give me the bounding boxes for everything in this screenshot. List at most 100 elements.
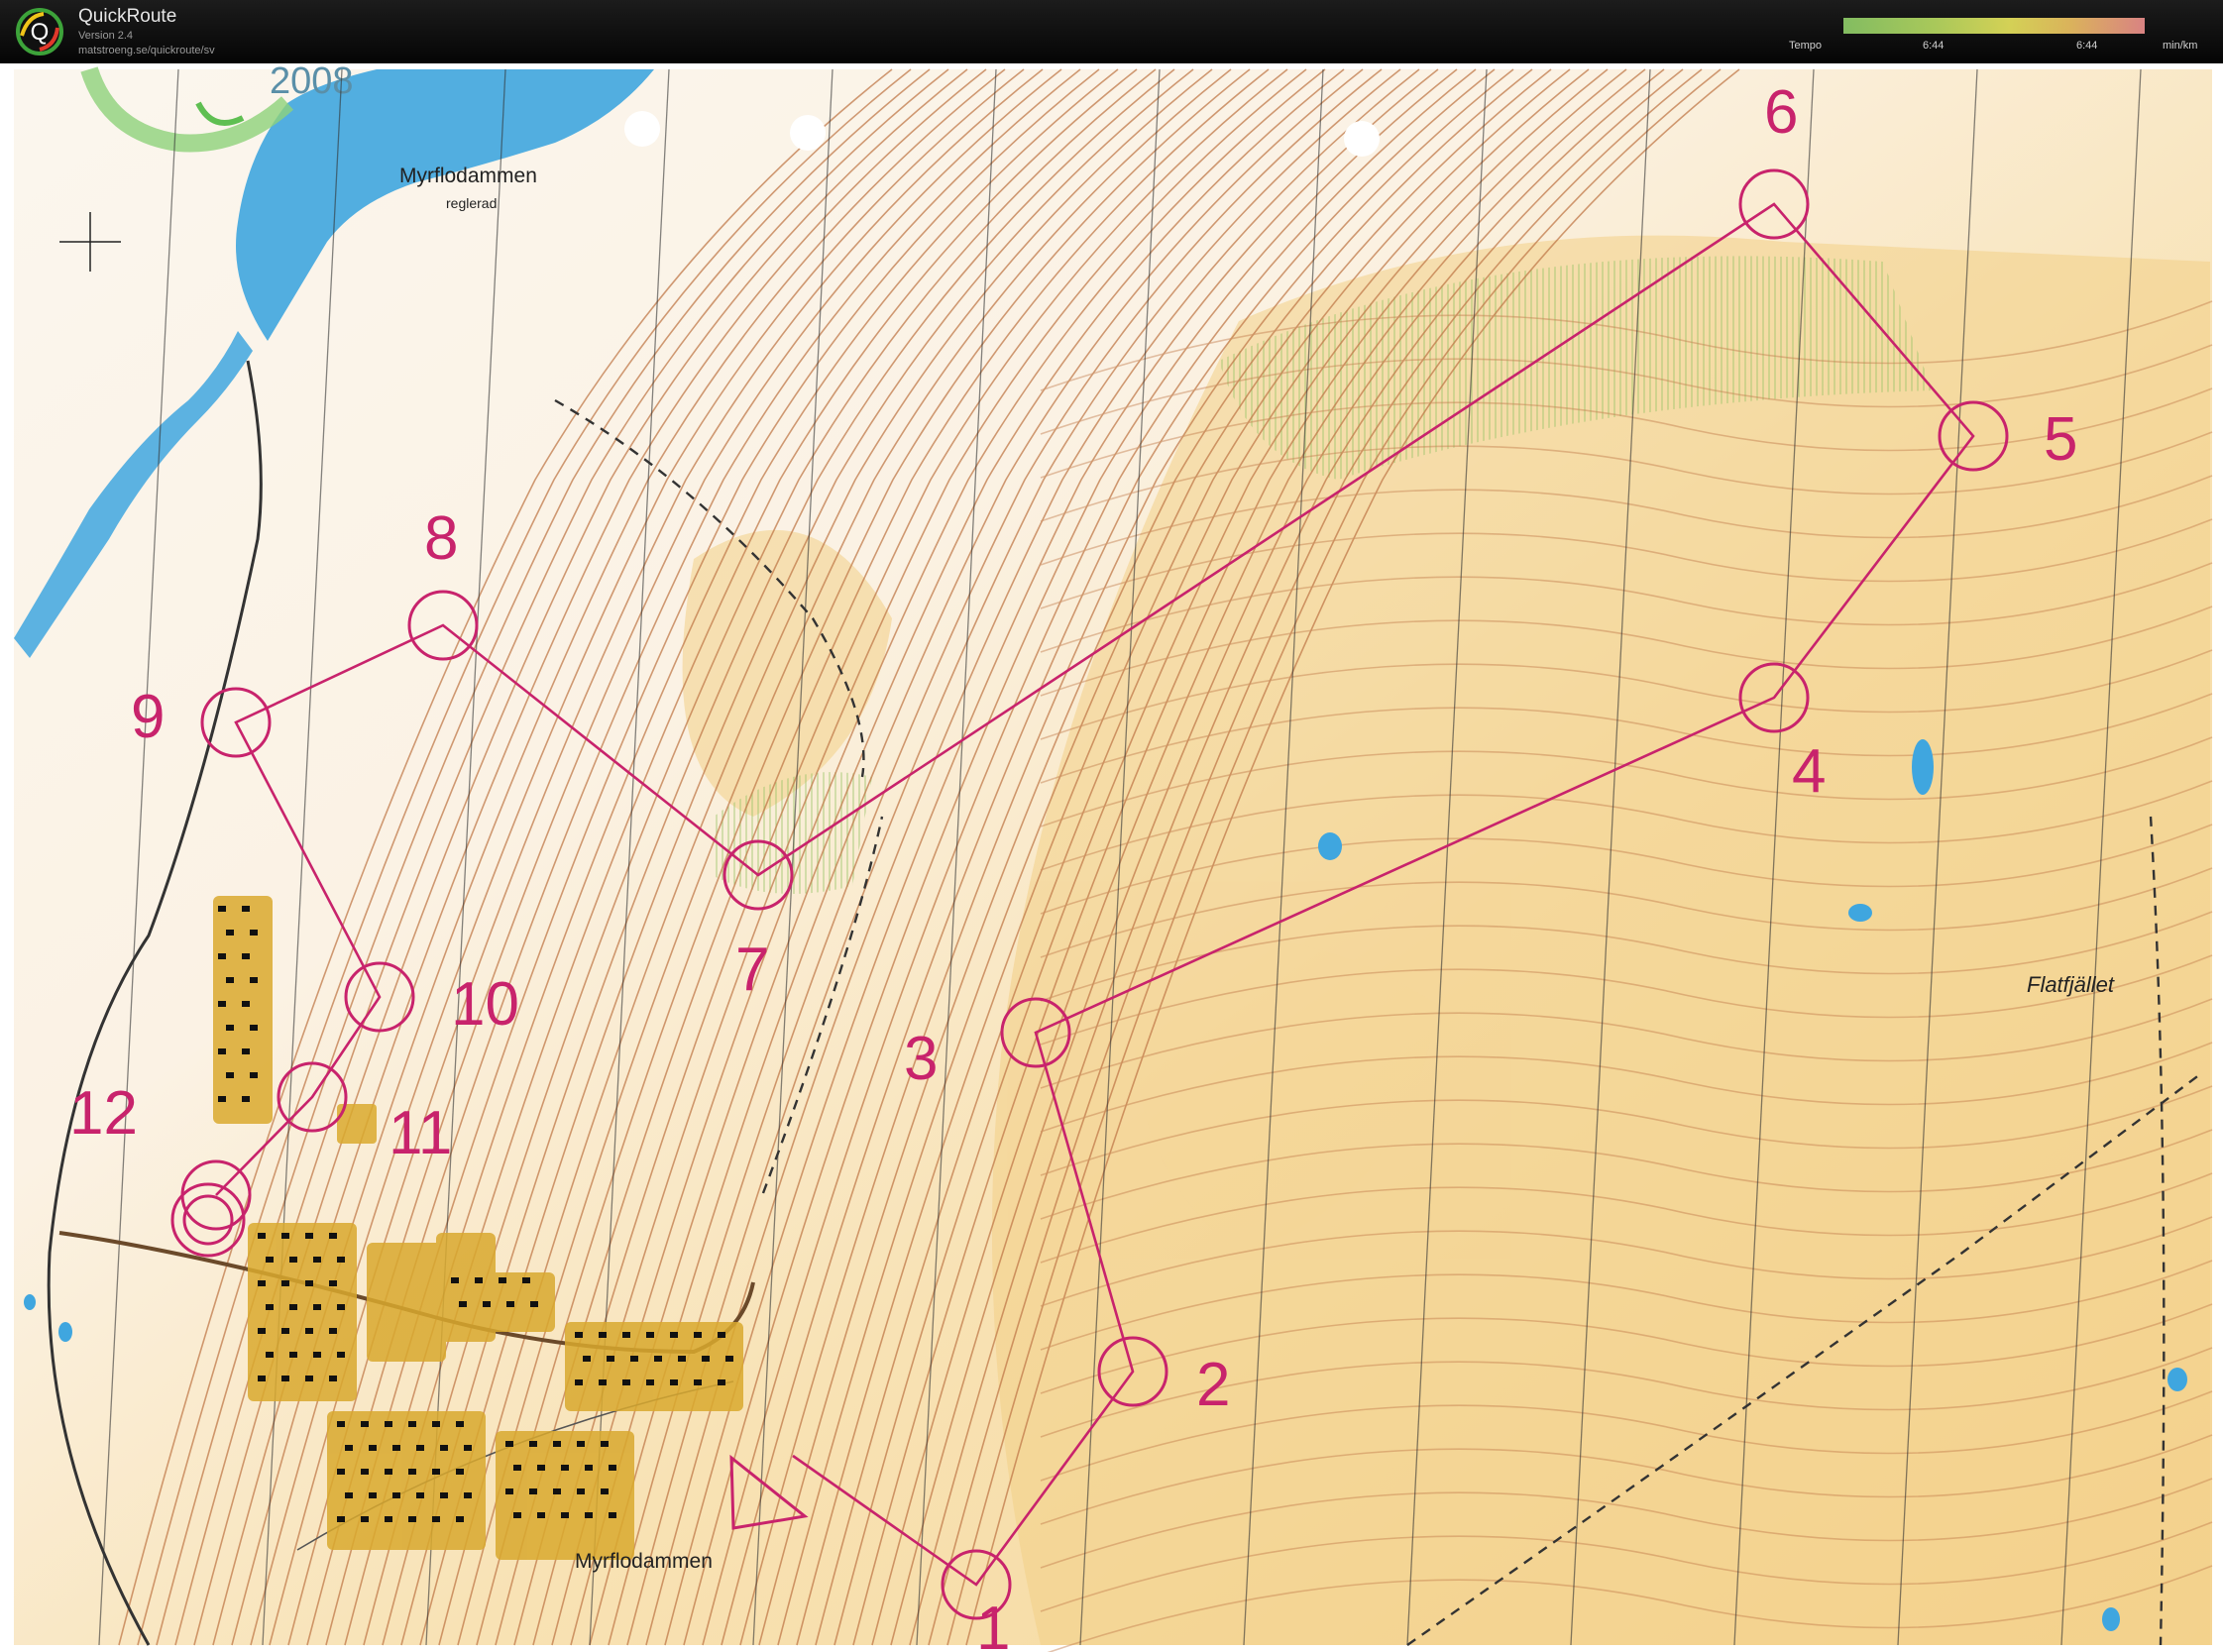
house: [361, 1469, 369, 1475]
house: [609, 1465, 616, 1471]
control-number-10: 10: [451, 970, 519, 1039]
map-canvas[interactable]: 2008 Myrflodammen reglerad Myrflodammen …: [0, 63, 2223, 1652]
house: [432, 1469, 440, 1475]
house: [694, 1332, 702, 1338]
house: [305, 1280, 313, 1286]
house: [505, 1488, 513, 1494]
app-version: Version 2.4: [78, 30, 134, 42]
tempo-tick-1: 6:44: [1923, 40, 1945, 52]
house: [329, 1233, 337, 1239]
house: [337, 1257, 345, 1263]
house: [599, 1332, 607, 1338]
control-number-1: 1: [976, 1595, 1010, 1652]
house: [654, 1356, 662, 1362]
house: [289, 1352, 297, 1358]
house: [585, 1465, 593, 1471]
house: [392, 1445, 400, 1451]
house: [678, 1356, 686, 1362]
house: [583, 1356, 591, 1362]
house: [385, 1469, 392, 1475]
control-number-4: 4: [1792, 737, 1826, 806]
house: [258, 1280, 266, 1286]
house: [242, 1048, 250, 1054]
control-number-3: 3: [904, 1025, 938, 1093]
control-number-5: 5: [2044, 405, 2077, 474]
house: [464, 1445, 472, 1451]
house: [242, 906, 250, 912]
house: [432, 1516, 440, 1522]
house: [289, 1257, 297, 1263]
house: [694, 1379, 702, 1385]
house: [622, 1332, 630, 1338]
house: [577, 1488, 585, 1494]
house: [416, 1445, 424, 1451]
house: [289, 1304, 297, 1310]
house: [513, 1465, 521, 1471]
control-number-6: 6: [1764, 78, 1798, 147]
house: [456, 1469, 464, 1475]
house: [529, 1488, 537, 1494]
house: [226, 977, 234, 983]
house: [537, 1512, 545, 1518]
house: [369, 1445, 377, 1451]
house: [459, 1301, 467, 1307]
title-bar: Q QuickRoute Version 2.4 matstroeng.se/q…: [0, 0, 2223, 63]
house: [537, 1465, 545, 1471]
house: [242, 1096, 250, 1102]
logo-letter: Q: [31, 19, 50, 46]
house: [622, 1379, 630, 1385]
house: [601, 1488, 609, 1494]
house: [250, 1025, 258, 1031]
house: [218, 1048, 226, 1054]
house: [305, 1328, 313, 1334]
house: [718, 1332, 725, 1338]
house: [313, 1352, 321, 1358]
house: [529, 1441, 537, 1447]
house: [313, 1304, 321, 1310]
house: [475, 1277, 483, 1283]
app-name: QuickRoute: [78, 6, 177, 27]
house: [630, 1356, 638, 1362]
house: [440, 1445, 448, 1451]
house: [329, 1280, 337, 1286]
house: [345, 1492, 353, 1498]
house: [432, 1421, 440, 1427]
house: [670, 1379, 678, 1385]
house: [609, 1512, 616, 1518]
house: [553, 1441, 561, 1447]
lake-label-top: Myrflodammen: [399, 165, 537, 187]
house: [385, 1516, 392, 1522]
house: [337, 1304, 345, 1310]
house: [505, 1441, 513, 1447]
house: [250, 930, 258, 936]
orienteering-map[interactable]: 2008 Myrflodammen reglerad Myrflodammen …: [0, 63, 2223, 1652]
tempo-unit: min/km: [2163, 40, 2198, 52]
house: [337, 1352, 345, 1358]
house: [305, 1376, 313, 1381]
house: [305, 1233, 313, 1239]
house: [506, 1301, 514, 1307]
house: [329, 1376, 337, 1381]
house: [218, 906, 226, 912]
house: [266, 1352, 274, 1358]
house: [646, 1379, 654, 1385]
house: [464, 1492, 472, 1498]
house: [599, 1379, 607, 1385]
app-url: matstroeng.se/quickroute/sv: [78, 45, 215, 56]
house: [313, 1257, 321, 1263]
house: [530, 1301, 538, 1307]
house: [218, 1001, 226, 1007]
house: [408, 1469, 416, 1475]
house: [522, 1277, 530, 1283]
control-number-7: 7: [735, 936, 769, 1004]
house: [250, 977, 258, 983]
house: [499, 1277, 506, 1283]
house: [561, 1512, 569, 1518]
tempo-tick-2: 6:44: [2076, 40, 2098, 52]
quickroute-logo-icon: Q: [16, 8, 63, 55]
house: [345, 1445, 353, 1451]
house: [281, 1376, 289, 1381]
house: [266, 1304, 274, 1310]
house: [670, 1332, 678, 1338]
house: [266, 1257, 274, 1263]
